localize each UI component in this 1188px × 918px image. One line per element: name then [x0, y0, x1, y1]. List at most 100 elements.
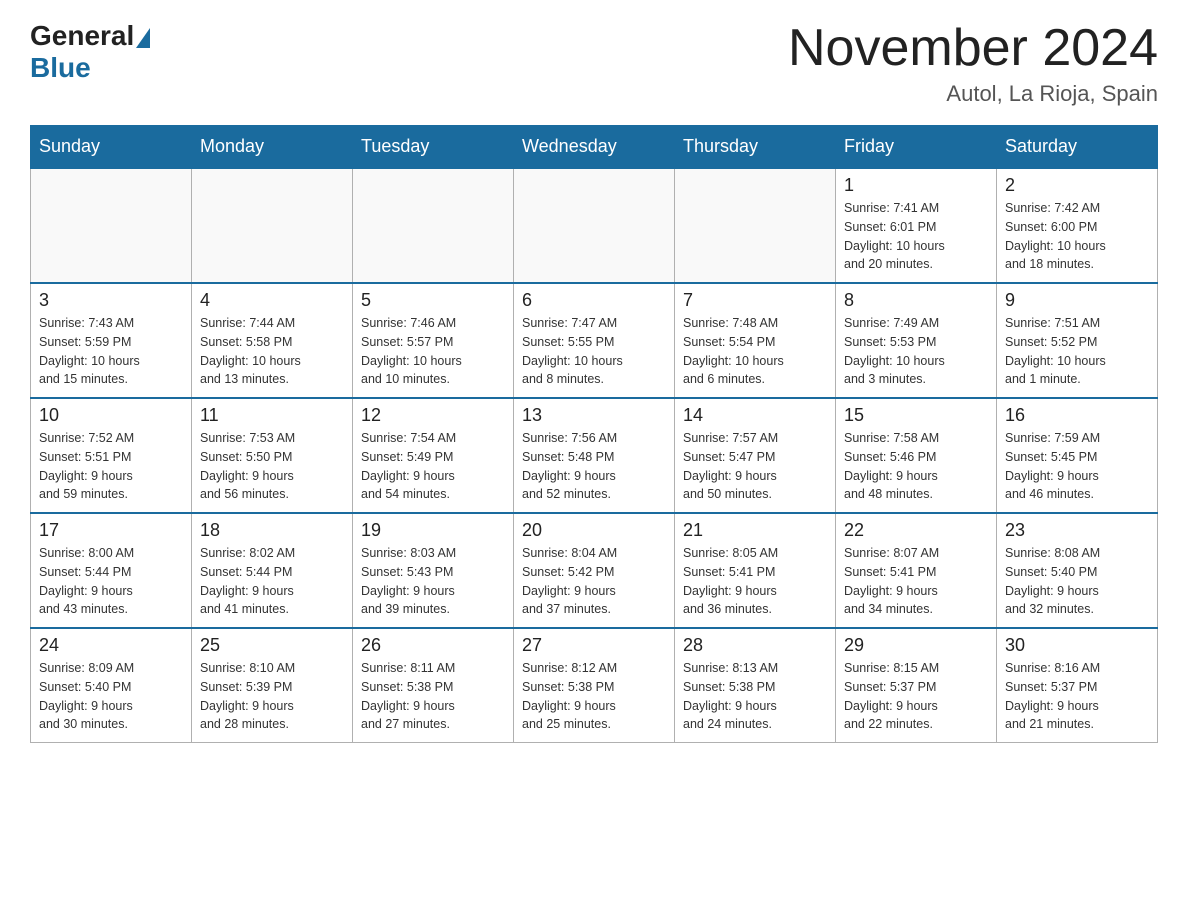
- day-info: Sunrise: 7:57 AMSunset: 5:47 PMDaylight:…: [683, 429, 827, 504]
- day-info: Sunrise: 8:10 AMSunset: 5:39 PMDaylight:…: [200, 659, 344, 734]
- day-info: Sunrise: 7:52 AMSunset: 5:51 PMDaylight:…: [39, 429, 183, 504]
- day-number: 16: [1005, 405, 1149, 426]
- day-number: 4: [200, 290, 344, 311]
- day-info: Sunrise: 7:56 AMSunset: 5:48 PMDaylight:…: [522, 429, 666, 504]
- day-number: 11: [200, 405, 344, 426]
- day-number: 17: [39, 520, 183, 541]
- day-number: 3: [39, 290, 183, 311]
- day-info: Sunrise: 8:04 AMSunset: 5:42 PMDaylight:…: [522, 544, 666, 619]
- calendar-cell: [353, 168, 514, 283]
- day-info: Sunrise: 8:05 AMSunset: 5:41 PMDaylight:…: [683, 544, 827, 619]
- calendar-week-row: 10 Sunrise: 7:52 AMSunset: 5:51 PMDayligh…: [31, 398, 1158, 513]
- weekday-header-thursday: Thursday: [675, 126, 836, 169]
- weekday-header-wednesday: Wednesday: [514, 126, 675, 169]
- calendar-cell: 2 Sunrise: 7:42 AMSunset: 6:00 PMDaylight…: [997, 168, 1158, 283]
- day-number: 15: [844, 405, 988, 426]
- calendar-cell: 6 Sunrise: 7:47 AMSunset: 5:55 PMDaylight…: [514, 283, 675, 398]
- day-number: 19: [361, 520, 505, 541]
- day-number: 27: [522, 635, 666, 656]
- day-number: 29: [844, 635, 988, 656]
- calendar-cell: 1 Sunrise: 7:41 AMSunset: 6:01 PMDaylight…: [836, 168, 997, 283]
- day-number: 5: [361, 290, 505, 311]
- logo-general-text: General: [30, 20, 134, 52]
- day-info: Sunrise: 8:11 AMSunset: 5:38 PMDaylight:…: [361, 659, 505, 734]
- calendar-cell: 27Sunrise: 8:12 AMSunset: 5:38 PMDayligh…: [514, 628, 675, 743]
- calendar-cell: 10 Sunrise: 7:52 AMSunset: 5:51 PMDayligh…: [31, 398, 192, 513]
- day-info: Sunrise: 7:59 AMSunset: 5:45 PMDaylight:…: [1005, 429, 1149, 504]
- weekday-header-friday: Friday: [836, 126, 997, 169]
- day-number: 21: [683, 520, 827, 541]
- day-number: 2: [1005, 175, 1149, 196]
- weekday-header-sunday: Sunday: [31, 126, 192, 169]
- calendar-cell: 29 Sunrise: 8:15 AMSunset: 5:37 PMDayligh…: [836, 628, 997, 743]
- day-info: Sunrise: 7:53 AMSunset: 5:50 PMDaylight:…: [200, 429, 344, 504]
- calendar-table: SundayMondayTuesdayWednesdayThursdayFrid…: [30, 125, 1158, 743]
- day-number: 10: [39, 405, 183, 426]
- weekday-header-row: SundayMondayTuesdayWednesdayThursdayFrid…: [31, 126, 1158, 169]
- day-number: 20: [522, 520, 666, 541]
- calendar-cell: 15 Sunrise: 7:58 AMSunset: 5:46 PMDayligh…: [836, 398, 997, 513]
- day-info: Sunrise: 8:16 AMSunset: 5:37 PMDaylight:…: [1005, 659, 1149, 734]
- day-info: Sunrise: 7:58 AMSunset: 5:46 PMDaylight:…: [844, 429, 988, 504]
- day-number: 6: [522, 290, 666, 311]
- calendar-cell: 9 Sunrise: 7:51 AMSunset: 5:52 PMDaylight…: [997, 283, 1158, 398]
- calendar-cell: 24 Sunrise: 8:09 AMSunset: 5:40 PMDayligh…: [31, 628, 192, 743]
- calendar-cell: [192, 168, 353, 283]
- day-info: Sunrise: 7:49 AMSunset: 5:53 PMDaylight:…: [844, 314, 988, 389]
- day-info: Sunrise: 7:44 AMSunset: 5:58 PMDaylight:…: [200, 314, 344, 389]
- calendar-cell: [31, 168, 192, 283]
- calendar-cell: 22Sunrise: 8:07 AMSunset: 5:41 PMDayligh…: [836, 513, 997, 628]
- logo-blue-text: Blue: [30, 52, 91, 84]
- day-number: 24: [39, 635, 183, 656]
- calendar-cell: 30 Sunrise: 8:16 AMSunset: 5:37 PMDayligh…: [997, 628, 1158, 743]
- calendar-cell: 3 Sunrise: 7:43 AMSunset: 5:59 PMDaylight…: [31, 283, 192, 398]
- calendar-week-row: 17 Sunrise: 8:00 AMSunset: 5:44 PMDayligh…: [31, 513, 1158, 628]
- calendar-cell: 8Sunrise: 7:49 AMSunset: 5:53 PMDaylight…: [836, 283, 997, 398]
- day-number: 14: [683, 405, 827, 426]
- title-area: November 2024 Autol, La Rioja, Spain: [788, 20, 1158, 107]
- logo-triangle-icon: [136, 28, 150, 48]
- calendar-cell: 25Sunrise: 8:10 AMSunset: 5:39 PMDayligh…: [192, 628, 353, 743]
- day-info: Sunrise: 8:03 AMSunset: 5:43 PMDaylight:…: [361, 544, 505, 619]
- day-number: 23: [1005, 520, 1149, 541]
- calendar-cell: 20 Sunrise: 8:04 AMSunset: 5:42 PMDayligh…: [514, 513, 675, 628]
- day-number: 28: [683, 635, 827, 656]
- weekday-header-tuesday: Tuesday: [353, 126, 514, 169]
- day-info: Sunrise: 7:51 AMSunset: 5:52 PMDaylight:…: [1005, 314, 1149, 389]
- calendar-cell: 26 Sunrise: 8:11 AMSunset: 5:38 PMDayligh…: [353, 628, 514, 743]
- weekday-header-monday: Monday: [192, 126, 353, 169]
- day-info: Sunrise: 8:15 AMSunset: 5:37 PMDaylight:…: [844, 659, 988, 734]
- day-info: Sunrise: 7:46 AMSunset: 5:57 PMDaylight:…: [361, 314, 505, 389]
- calendar-cell: [514, 168, 675, 283]
- calendar-cell: 28 Sunrise: 8:13 AMSunset: 5:38 PMDayligh…: [675, 628, 836, 743]
- day-info: Sunrise: 7:41 AMSunset: 6:01 PMDaylight:…: [844, 199, 988, 274]
- calendar-week-row: 3 Sunrise: 7:43 AMSunset: 5:59 PMDaylight…: [31, 283, 1158, 398]
- calendar-cell: 19 Sunrise: 8:03 AMSunset: 5:43 PMDayligh…: [353, 513, 514, 628]
- calendar-week-row: 24 Sunrise: 8:09 AMSunset: 5:40 PMDayligh…: [31, 628, 1158, 743]
- day-info: Sunrise: 8:07 AMSunset: 5:41 PMDaylight:…: [844, 544, 988, 619]
- calendar-cell: 16 Sunrise: 7:59 AMSunset: 5:45 PMDayligh…: [997, 398, 1158, 513]
- calendar-cell: 14 Sunrise: 7:57 AMSunset: 5:47 PMDayligh…: [675, 398, 836, 513]
- day-info: Sunrise: 8:13 AMSunset: 5:38 PMDaylight:…: [683, 659, 827, 734]
- day-info: Sunrise: 7:42 AMSunset: 6:00 PMDaylight:…: [1005, 199, 1149, 274]
- day-info: Sunrise: 7:47 AMSunset: 5:55 PMDaylight:…: [522, 314, 666, 389]
- day-info: Sunrise: 8:09 AMSunset: 5:40 PMDaylight:…: [39, 659, 183, 734]
- day-number: 1: [844, 175, 988, 196]
- day-info: Sunrise: 8:00 AMSunset: 5:44 PMDaylight:…: [39, 544, 183, 619]
- calendar-cell: 11 Sunrise: 7:53 AMSunset: 5:50 PMDayligh…: [192, 398, 353, 513]
- day-number: 7: [683, 290, 827, 311]
- day-info: Sunrise: 7:43 AMSunset: 5:59 PMDaylight:…: [39, 314, 183, 389]
- calendar-cell: 13 Sunrise: 7:56 AMSunset: 5:48 PMDayligh…: [514, 398, 675, 513]
- header: General Blue November 2024 Autol, La Rio…: [30, 20, 1158, 107]
- day-number: 30: [1005, 635, 1149, 656]
- day-number: 13: [522, 405, 666, 426]
- calendar-cell: 18 Sunrise: 8:02 AMSunset: 5:44 PMDayligh…: [192, 513, 353, 628]
- day-number: 26: [361, 635, 505, 656]
- calendar-cell: 23Sunrise: 8:08 AMSunset: 5:40 PMDayligh…: [997, 513, 1158, 628]
- day-info: Sunrise: 8:02 AMSunset: 5:44 PMDaylight:…: [200, 544, 344, 619]
- day-number: 9: [1005, 290, 1149, 311]
- day-info: Sunrise: 7:48 AMSunset: 5:54 PMDaylight:…: [683, 314, 827, 389]
- calendar-week-row: 1 Sunrise: 7:41 AMSunset: 6:01 PMDaylight…: [31, 168, 1158, 283]
- day-number: 12: [361, 405, 505, 426]
- day-number: 18: [200, 520, 344, 541]
